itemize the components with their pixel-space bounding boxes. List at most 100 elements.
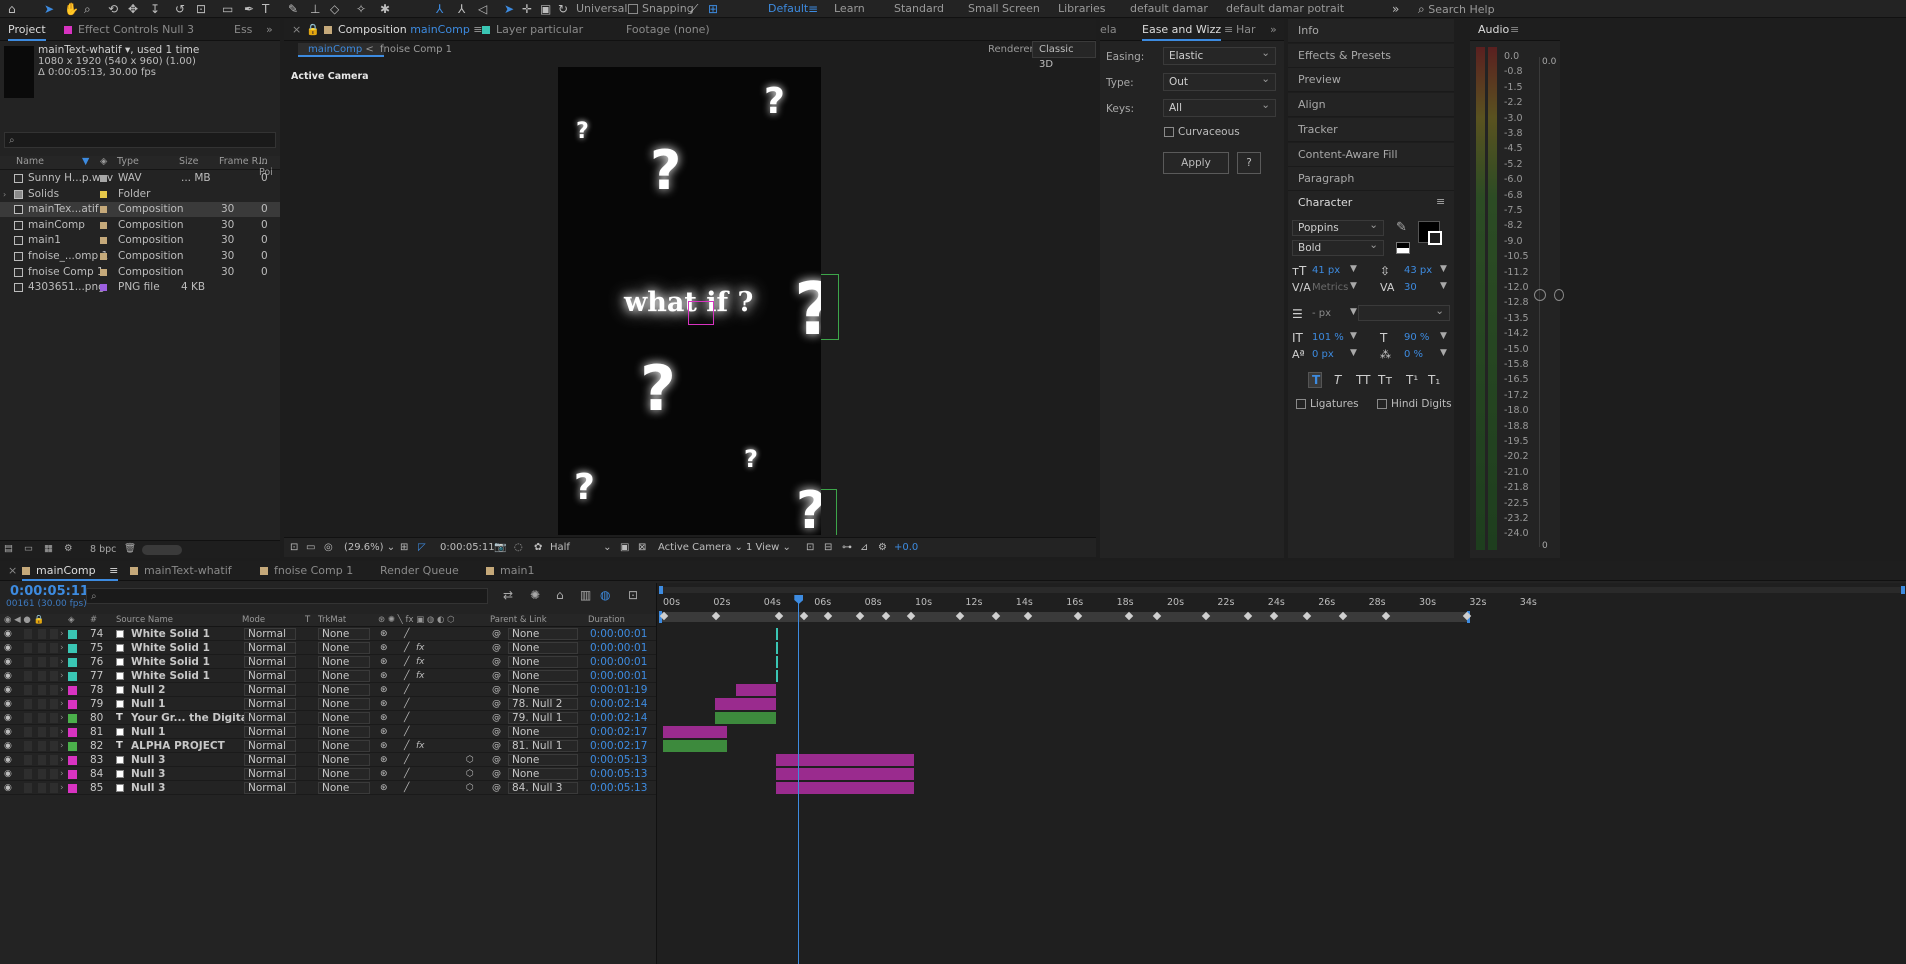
parent-dropdown[interactable]: 79. Null 1 [508,712,578,724]
quality-switch-icon[interactable]: ╱ [404,781,409,795]
solo-toggle[interactable] [38,783,46,793]
label-color-swatch[interactable] [100,206,107,214]
track-matte-dropdown[interactable]: None [318,656,370,668]
label-color-swatch[interactable] [68,630,77,639]
layer-duration[interactable]: 0:00:00:01 [590,641,647,655]
layer-row[interactable]: ◉ › 76 White Solid 1 Normal None ⊛ ╱ fx @ None 0:00… [0,655,656,669]
solo-toggle[interactable] [38,741,46,751]
tracking-value[interactable]: 30 [1404,282,1417,293]
layer-row[interactable]: ◉ › 75 White Solid 1 Normal None ⊛ ╱ fx @ None 0:00… [0,641,656,655]
label-color-swatch[interactable] [100,190,107,198]
visibility-eye-icon[interactable]: ◉ [4,711,12,725]
visibility-eye-icon[interactable]: ◉ [4,753,12,767]
universal-rotate-icon[interactable]: ↻ [558,1,568,17]
label-color-swatch[interactable] [100,221,107,229]
renderer-dropdown[interactable]: Classic 3D [1032,41,1096,70]
layer-name[interactable]: White Solid 1 [131,627,210,641]
3d-layer-icon[interactable]: ⬡ [466,767,474,781]
snap-options-icon[interactable]: ⟋ [690,1,698,17]
label-color-swatch[interactable] [68,672,77,681]
close-tab-icon[interactable]: × [8,561,17,581]
label-column-icon[interactable]: ◈ [68,614,75,627]
label-color-swatch[interactable] [68,770,77,779]
layer-duration-bar[interactable] [776,628,778,640]
visibility-eye-icon[interactable]: ◉ [4,683,12,697]
layer-duration[interactable]: 0:00:00:01 [590,669,647,683]
new-composition-icon[interactable]: ▦ [44,543,53,554]
breadcrumb-maincomp[interactable]: mainComp < [298,43,384,57]
layer-duration[interactable]: 0:00:02:14 [590,711,647,725]
panel-paragraph[interactable]: Paragraph [1288,167,1454,192]
audio-toggle[interactable] [24,657,32,667]
shy-switch-icon[interactable]: ⊛ [380,655,388,669]
show-snapshot-icon[interactable]: ◌ [514,538,523,558]
twirl-arrow-icon[interactable]: › [60,627,64,641]
solo-toggle[interactable] [38,671,46,681]
audio-toggle[interactable] [24,643,32,653]
composition-canvas[interactable]: ? ? ? ? ? ? ? ? what if ? [558,67,821,535]
blend-mode-dropdown[interactable]: Normal [244,628,296,640]
visibility-eye-icon[interactable]: ◉ [4,627,12,641]
vertical-scale-dropdown-icon[interactable]: ▼ [1350,331,1357,341]
blend-mode-dropdown[interactable]: Normal [244,740,296,752]
layer-name[interactable]: Null 3 [131,767,165,781]
solo-toggle[interactable] [38,657,46,667]
layer-row[interactable]: ◉ › 81 Null 1 Normal None ⊛ ╱ @ None 0:00:02:17 [0,725,656,739]
column-trkmat[interactable]: TrkMat [318,614,346,627]
shy-switch-icon[interactable]: ⊛ [380,683,388,697]
blend-mode-dropdown[interactable]: Normal [244,684,296,696]
roto-tool-icon[interactable]: ✧ [356,1,366,17]
delete-icon[interactable]: 🗑 [124,543,136,554]
shy-switch-icon[interactable]: ⊛ [380,711,388,725]
parent-dropdown[interactable]: 81. Null 1 [508,740,578,752]
bpc-label[interactable]: 8 bpc [90,544,116,555]
layer-row[interactable]: ◉ › 84 Null 3 Normal None ⊛ ╱ ⬡ @ None 0:00:05:13 [0,767,656,781]
timeline-tab-fnoise[interactable]: fnoise Comp 1 [260,561,353,581]
track-matte-dropdown[interactable]: None [318,642,370,654]
label-color-swatch[interactable] [68,658,77,667]
audio-toggle[interactable] [24,671,32,681]
search-help-field[interactable]: ⌕ Search Help [1418,1,1495,17]
clone-tool-icon[interactable]: ⊥ [310,1,320,17]
horizontal-scale-value[interactable]: 90 % [1404,332,1429,343]
shy-switch-icon[interactable]: ⊛ [380,627,388,641]
quality-switch-icon[interactable]: ╱ [404,739,409,753]
solo-toggle[interactable] [38,769,46,779]
swap-colors-icon[interactable] [1396,242,1410,254]
layer-name[interactable]: White Solid 1 [131,655,210,669]
tab-effect-controls[interactable]: Effect Controls Null 3 [64,19,194,41]
camera-view-dropdown[interactable]: Active Camera ⌄ [658,538,743,558]
layer-duration[interactable]: 0:00:00:01 [590,627,647,641]
solo-toggle[interactable] [38,755,46,765]
layer-name[interactable]: Null 3 [131,753,165,767]
pick-whip-icon[interactable]: @ [492,711,501,725]
lock-toggle[interactable] [50,643,58,653]
close-tab-icon[interactable]: × [292,19,301,41]
curvaceous-checkbox[interactable]: Curvaceous [1164,126,1240,138]
layer-duration[interactable]: 0:00:05:13 [590,753,647,767]
universal-scale-icon[interactable]: ▣ [540,1,551,17]
label-color-swatch[interactable] [100,268,107,276]
twirl-arrow-icon[interactable]: › [60,641,64,655]
project-item[interactable]: main1 Composition 30 0 [0,233,280,248]
panel-overflow-icon[interactable]: » [1270,19,1277,41]
twirl-arrow-icon[interactable]: › [60,655,64,669]
timeline-tab-maincomp[interactable]: mainComp ≡ [22,561,119,581]
ease-panel-menu-icon[interactable]: ≡ [1224,19,1233,41]
eraser-tool-icon[interactable]: ◇ [330,1,339,17]
twirl-arrow-icon[interactable]: › [60,781,64,795]
breadcrumb-fnoise[interactable]: fnoise Comp 1 [380,43,452,57]
draft-3d-icon[interactable]: ⊟ [824,538,832,558]
solo-toggle[interactable] [38,727,46,737]
layer-name[interactable]: ALPHA PROJECT [131,739,225,753]
label-color-swatch[interactable] [100,237,107,245]
track-matte-dropdown[interactable]: None [318,628,370,640]
audio-toggle[interactable] [24,713,32,723]
layer-row[interactable]: ◉ › 79 Null 1 Normal None ⊛ ╱ @78. Null 2 0:00:02… [0,697,656,711]
blend-mode-dropdown[interactable]: Normal [244,670,296,682]
preview-icon[interactable]: ⊡ [290,538,298,558]
brush-tool-icon[interactable]: ✎ [288,1,298,17]
workspace-overflow-icon[interactable]: » [1392,1,1399,17]
motion-blur-icon[interactable]: ◍ [600,588,610,602]
panel-align[interactable]: Align [1288,93,1454,118]
